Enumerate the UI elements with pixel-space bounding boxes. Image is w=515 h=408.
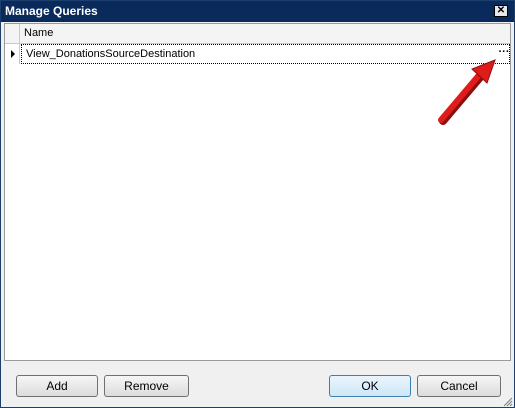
column-header-name[interactable]: Name	[24, 27, 53, 39]
table-row[interactable]: View_DonationsSourceDestination ···	[5, 44, 510, 64]
remove-button[interactable]: Remove	[104, 375, 189, 397]
resize-grip-icon[interactable]	[501, 395, 513, 407]
ok-button[interactable]: OK	[329, 375, 411, 397]
row-selector[interactable]	[5, 44, 20, 64]
row-header-corner	[5, 24, 20, 43]
cancel-button[interactable]: Cancel	[417, 375, 501, 397]
close-icon: ✕	[496, 5, 506, 16]
edit-query-ellipsis-button[interactable]: ···	[496, 47, 512, 61]
query-name-text: View_DonationsSourceDestination	[26, 48, 196, 60]
manage-queries-dialog: Manage Queries ✕ Name View_DonationsSour…	[0, 0, 515, 408]
grid-header: Name	[5, 24, 510, 44]
current-row-icon	[11, 50, 15, 58]
dialog-title: Manage Queries	[5, 4, 98, 18]
title-bar[interactable]: Manage Queries ✕	[1, 1, 514, 22]
add-button[interactable]: Add	[16, 375, 98, 397]
query-name-cell[interactable]: View_DonationsSourceDestination ···	[21, 44, 510, 64]
close-button[interactable]: ✕	[494, 5, 508, 17]
queries-grid[interactable]: Name View_DonationsSourceDestination ···	[4, 23, 511, 361]
